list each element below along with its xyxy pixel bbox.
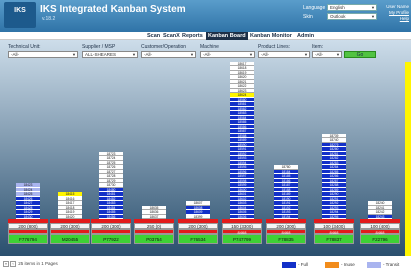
- chevron-down-icon: ▼: [132, 52, 136, 57]
- language-select[interactable]: English ▼: [327, 4, 377, 11]
- kanban-column: 18423 18424 18425 18426 18427 18428 18429 18430: [8, 62, 48, 223]
- chevron-down-icon: ▼: [190, 52, 194, 57]
- kanban-column: 18607 18608 18609 18399: [178, 62, 218, 223]
- kanban-card[interactable]: 18420: [58, 214, 82, 219]
- column-item-code[interactable]: P747799: [222, 234, 262, 244]
- legend-swatch: [325, 262, 339, 268]
- chevron-down-icon: ▼: [371, 14, 375, 19]
- legend-swatch: [367, 262, 381, 268]
- app-version: v.18.2: [42, 16, 56, 22]
- nav-bar: Scan ScanX Reports Kanban Board Kanban M…: [0, 32, 411, 40]
- filter-supplier[interactable]: ALL-SHEARES ▼: [82, 51, 138, 58]
- help-link[interactable]: Help: [400, 16, 409, 21]
- column-item-code[interactable]: F776794: [8, 234, 48, 244]
- column-item-code[interactable]: F76534: [178, 234, 218, 244]
- kanban-card[interactable]: 18399: [186, 214, 210, 219]
- filter-label-item: Item:: [312, 44, 324, 50]
- app-logo: IKS: [4, 2, 36, 28]
- first-page-icon[interactable]: «: [3, 261, 9, 267]
- kanban-column: 18780 18184 18185 18186 18187 18188 18189 18190…: [266, 62, 306, 223]
- kanban-card[interactable]: 18430: [16, 214, 40, 219]
- filter-customer[interactable]: -All- ▼: [141, 51, 196, 58]
- filter-value: -All-: [144, 52, 152, 57]
- skin-value: Outlook: [330, 14, 346, 19]
- legend-transit: - Transit: [367, 262, 399, 268]
- legend-full: - Full: [282, 262, 308, 268]
- legend-inuse: - Inuse: [325, 262, 355, 268]
- skin-label: Skin: [303, 14, 313, 20]
- chevron-down-icon: ▼: [304, 52, 308, 57]
- filter-value: -All-: [315, 52, 323, 57]
- nav-scanx[interactable]: ScanX: [161, 32, 182, 40]
- kanban-column: 18240 18241 18242 18243: [360, 62, 400, 223]
- kanban-card[interactable]: 18486: [99, 214, 123, 219]
- filter-label-customer: Customer/Operation: [141, 44, 187, 50]
- nav-scan[interactable]: Scan: [145, 32, 162, 40]
- kanban-column: 18635 18636 18637: [134, 62, 174, 223]
- column-item-code[interactable]: F22796: [360, 234, 400, 244]
- filter-label-supplier: Supplier / MSP: [82, 44, 116, 50]
- filter-technical-unit[interactable]: -All- ▼: [8, 51, 78, 58]
- filter-label-machine: Machine: [200, 44, 219, 50]
- column-item-code[interactable]: P77922: [91, 234, 131, 244]
- kanban-card[interactable]: 18243: [368, 214, 392, 219]
- kanban-column: 18739 18740 18279 18280 18281 18282 18283 18284…: [314, 62, 354, 223]
- pager: «‹ 25 items in 1 Pages: [3, 261, 58, 267]
- legend-label: - Full: [298, 262, 308, 268]
- column-item-code[interactable]: F78837: [314, 234, 354, 244]
- kanban-card[interactable]: 18194: [274, 214, 298, 219]
- chevron-down-icon: ▼: [371, 5, 375, 10]
- legend-swatch: [282, 262, 296, 268]
- column-item-code[interactable]: P03754: [134, 234, 174, 244]
- language-label: Language: [303, 5, 326, 11]
- filter-label-technical-unit: Technical Unit:: [8, 44, 41, 50]
- legend-label: - Transit: [383, 262, 400, 268]
- nav-kanban-board[interactable]: Kanban Board: [206, 32, 248, 40]
- filter-product-lines[interactable]: -All- ▼: [258, 51, 310, 58]
- app: IKS IKS Integrated Kanban System v.18.2 …: [0, 0, 411, 276]
- profile-link[interactable]: My Profile: [389, 10, 409, 15]
- chevron-down-icon: ▼: [336, 52, 340, 57]
- go-button[interactable]: Go: [344, 51, 376, 58]
- nav-reports[interactable]: Reports: [180, 32, 205, 40]
- filter-item[interactable]: -All- ▼: [312, 51, 342, 58]
- user-name: User Name: [386, 4, 409, 9]
- prev-page-icon[interactable]: ‹: [10, 261, 16, 267]
- app-title: IKS Integrated Kanban System: [40, 4, 186, 15]
- kanban-column: 18415 18416 18417 18418 18419 18420: [50, 62, 90, 223]
- filter-value: ALL-SHEARES: [85, 52, 117, 57]
- chevron-down-icon: ▼: [72, 52, 76, 57]
- column-item-code[interactable]: F78835: [266, 234, 306, 244]
- nav-kanban-monitor[interactable]: Kanban Monitor: [248, 32, 294, 40]
- nav-admin[interactable]: Admin: [295, 32, 316, 40]
- filter-label-product-lines: Product Lines:: [258, 44, 290, 50]
- chevron-down-icon: ▼: [249, 52, 253, 57]
- footer: «‹ 25 items in 1 Pages - Full - Inuse - …: [0, 256, 411, 276]
- kanban-card[interactable]: 18295: [322, 214, 346, 219]
- legend-label: - Inuse: [341, 262, 355, 268]
- language-value: English: [330, 5, 345, 10]
- column-item-code[interactable]: M20455: [50, 234, 90, 244]
- skin-select[interactable]: Outlook ▼: [327, 13, 377, 20]
- kanban-column: 18723 18724 18725 18726 18727 18728 18729 18730…: [91, 62, 131, 223]
- kanban-column: 18617 18618 18619 18620 18621 18622 18623 18624…: [222, 61, 262, 223]
- filter-value: -All-: [11, 52, 19, 57]
- filter-machine[interactable]: -All- ▼: [200, 51, 255, 58]
- next-column-edge: [405, 62, 411, 256]
- filter-value: -All-: [261, 52, 269, 57]
- kanban-card[interactable]: 18637: [142, 214, 166, 219]
- kanban-card[interactable]: 18606: [230, 214, 254, 219]
- pager-text: 25 items in 1 Pages: [18, 261, 58, 266]
- header: IKS IKS Integrated Kanban System v.18.2 …: [0, 0, 411, 32]
- filter-value: -All-: [203, 52, 211, 57]
